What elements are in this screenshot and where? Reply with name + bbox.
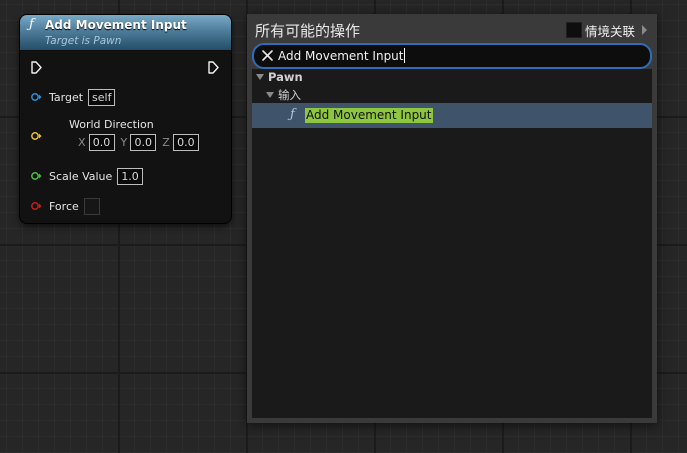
exec-in-pin-icon[interactable] [31,61,42,74]
float-pin-icon[interactable] [30,172,42,180]
close-icon[interactable] [261,49,274,62]
function-icon: ƒ [290,107,295,122]
context-sensitive-checkbox[interactable] [566,22,582,38]
x-value-field[interactable]: 0.0 [88,134,115,151]
force-pin-row: Force [30,197,100,215]
target-pin-row: Target self [30,88,116,106]
category-label: 输入 [278,87,301,102]
z-value-field[interactable]: 0.0 [172,134,199,151]
y-value-field[interactable]: 0.0 [130,134,157,151]
category-label: Pawn [268,69,303,84]
results-tree: Pawn 输入 ƒ Add Movement Input [252,69,652,418]
category-input[interactable]: 输入 [266,87,301,102]
search-box[interactable] [252,43,652,69]
node-title: Add Movement Input [45,18,187,32]
search-input[interactable] [278,46,638,66]
category-pawn[interactable]: Pawn [256,69,303,84]
context-sensitive-label[interactable]: 情境关联 [585,21,635,40]
force-checkbox[interactable] [83,197,100,215]
menu-title: 所有可能的操作 [255,22,361,40]
scale-value-field[interactable]: 1.0 [117,167,143,185]
world-direction-label: World Direction [69,118,154,131]
y-axis-label: Y [120,136,128,149]
node-header[interactable]: ƒ Add Movement Input Target is Pawn [20,15,231,51]
result-label: Add Movement Input [305,108,433,123]
x-axis-label: X [78,136,86,149]
world-direction-pin-row [30,127,49,145]
target-value-field[interactable]: self [88,88,116,106]
expand-arrow-icon[interactable] [256,73,264,80]
object-pin-icon[interactable] [30,93,42,101]
node-subtitle: Target is Pawn [45,35,122,47]
force-label: Force [49,199,79,213]
add-movement-input-node[interactable]: ƒ Add Movement Input Target is Pawn Targ… [20,15,231,223]
expand-arrow-icon[interactable] [266,91,274,98]
z-axis-label: Z [162,136,170,149]
result-add-movement-input[interactable]: ƒ Add Movement Input [252,103,652,128]
vector-pin-icon[interactable] [30,132,42,140]
exec-out-pin-icon[interactable] [208,61,219,74]
bool-pin-icon[interactable] [30,202,42,210]
scale-value-pin-row: Scale Value 1.0 [30,167,143,185]
text-caret [404,48,405,63]
chevron-right-icon[interactable] [642,25,647,35]
action-menu: 所有可能的操作 情境关联 Pawn 输入 ƒ Add Movement Inpu… [247,14,657,423]
function-icon: ƒ [29,17,34,32]
world-direction-fields: X 0.0 Y 0.0 Z 0.0 [78,134,205,151]
target-pin-label: Target [49,90,84,104]
scale-value-label: Scale Value [49,169,113,183]
